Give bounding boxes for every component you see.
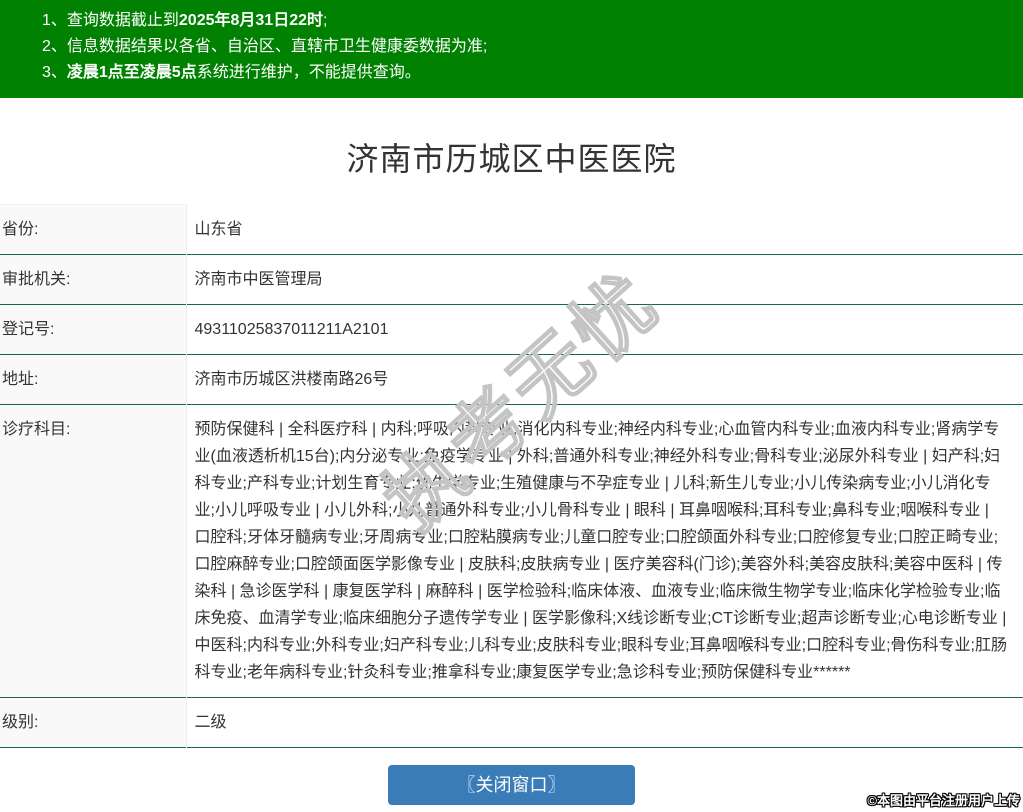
row-value: 预防保健科 | 全科医疗科 | 内科;呼吸内科专业;消化内科专业;神经内科专业;… bbox=[186, 405, 1023, 698]
notice-bold-text: 凌晨1点至凌晨5点 bbox=[67, 64, 197, 81]
notice-line-1: 1、查询数据截止到2025年8月31日22时; bbox=[42, 8, 1007, 34]
table-row-level: 级别: 二级 bbox=[0, 698, 1023, 748]
row-label: 地址: bbox=[0, 355, 186, 405]
table-row-address: 地址: 济南市历城区洪楼南路26号 bbox=[0, 355, 1023, 405]
notice-text: ; bbox=[323, 12, 327, 29]
row-value: 山东省 bbox=[186, 205, 1023, 255]
table-row-province: 省份: 山东省 bbox=[0, 205, 1023, 255]
row-label: 登记号: bbox=[0, 305, 186, 355]
table-row-registration-number: 登记号: 49311025837011211A2101 bbox=[0, 305, 1023, 355]
row-value: 二级 bbox=[186, 698, 1023, 748]
table-row-departments: 诊疗科目: 预防保健科 | 全科医疗科 | 内科;呼吸内科专业;消化内科专业;神… bbox=[0, 405, 1023, 698]
notice-line-2: 2、信息数据结果以各省、自治区、直辖市卫生健康委数据为准; bbox=[42, 34, 1007, 60]
row-label: 级别: bbox=[0, 698, 186, 748]
row-label: 诊疗科目: bbox=[0, 405, 186, 698]
notice-text: 2、信息数据结果以各省、自治区、直辖市卫生健康委数据为准; bbox=[42, 38, 487, 55]
info-table: 省份: 山东省 审批机关: 济南市中医管理局 登记号: 493110258370… bbox=[0, 204, 1023, 748]
upload-copyright-badge: ©本图由平台注册用户上传 bbox=[867, 790, 1020, 809]
notice-line-3: 3、凌晨1点至凌晨5点系统进行维护，不能提供查询。 bbox=[42, 60, 1007, 86]
row-label: 省份: bbox=[0, 205, 186, 255]
row-value: 济南市历城区洪楼南路26号 bbox=[186, 355, 1023, 405]
row-value: 济南市中医管理局 bbox=[186, 255, 1023, 305]
table-row-approval-authority: 审批机关: 济南市中医管理局 bbox=[0, 255, 1023, 305]
notice-bold-text: 2025年8月31日22时 bbox=[179, 12, 323, 29]
row-value: 49311025837011211A2101 bbox=[186, 305, 1023, 355]
page-title: 济南市历城区中医医院 bbox=[0, 134, 1023, 180]
notice-banner: 1、查询数据截止到2025年8月31日22时; 2、信息数据结果以各省、自治区、… bbox=[0, 0, 1023, 98]
notice-text: 3、 bbox=[42, 64, 67, 81]
notice-text: 系统进行维护，不能提供查询。 bbox=[197, 64, 421, 81]
notice-text: 1、查询数据截止到 bbox=[42, 12, 179, 29]
close-window-button[interactable]: 〖关闭窗口〗 bbox=[388, 765, 635, 805]
row-label: 审批机关: bbox=[0, 255, 186, 305]
